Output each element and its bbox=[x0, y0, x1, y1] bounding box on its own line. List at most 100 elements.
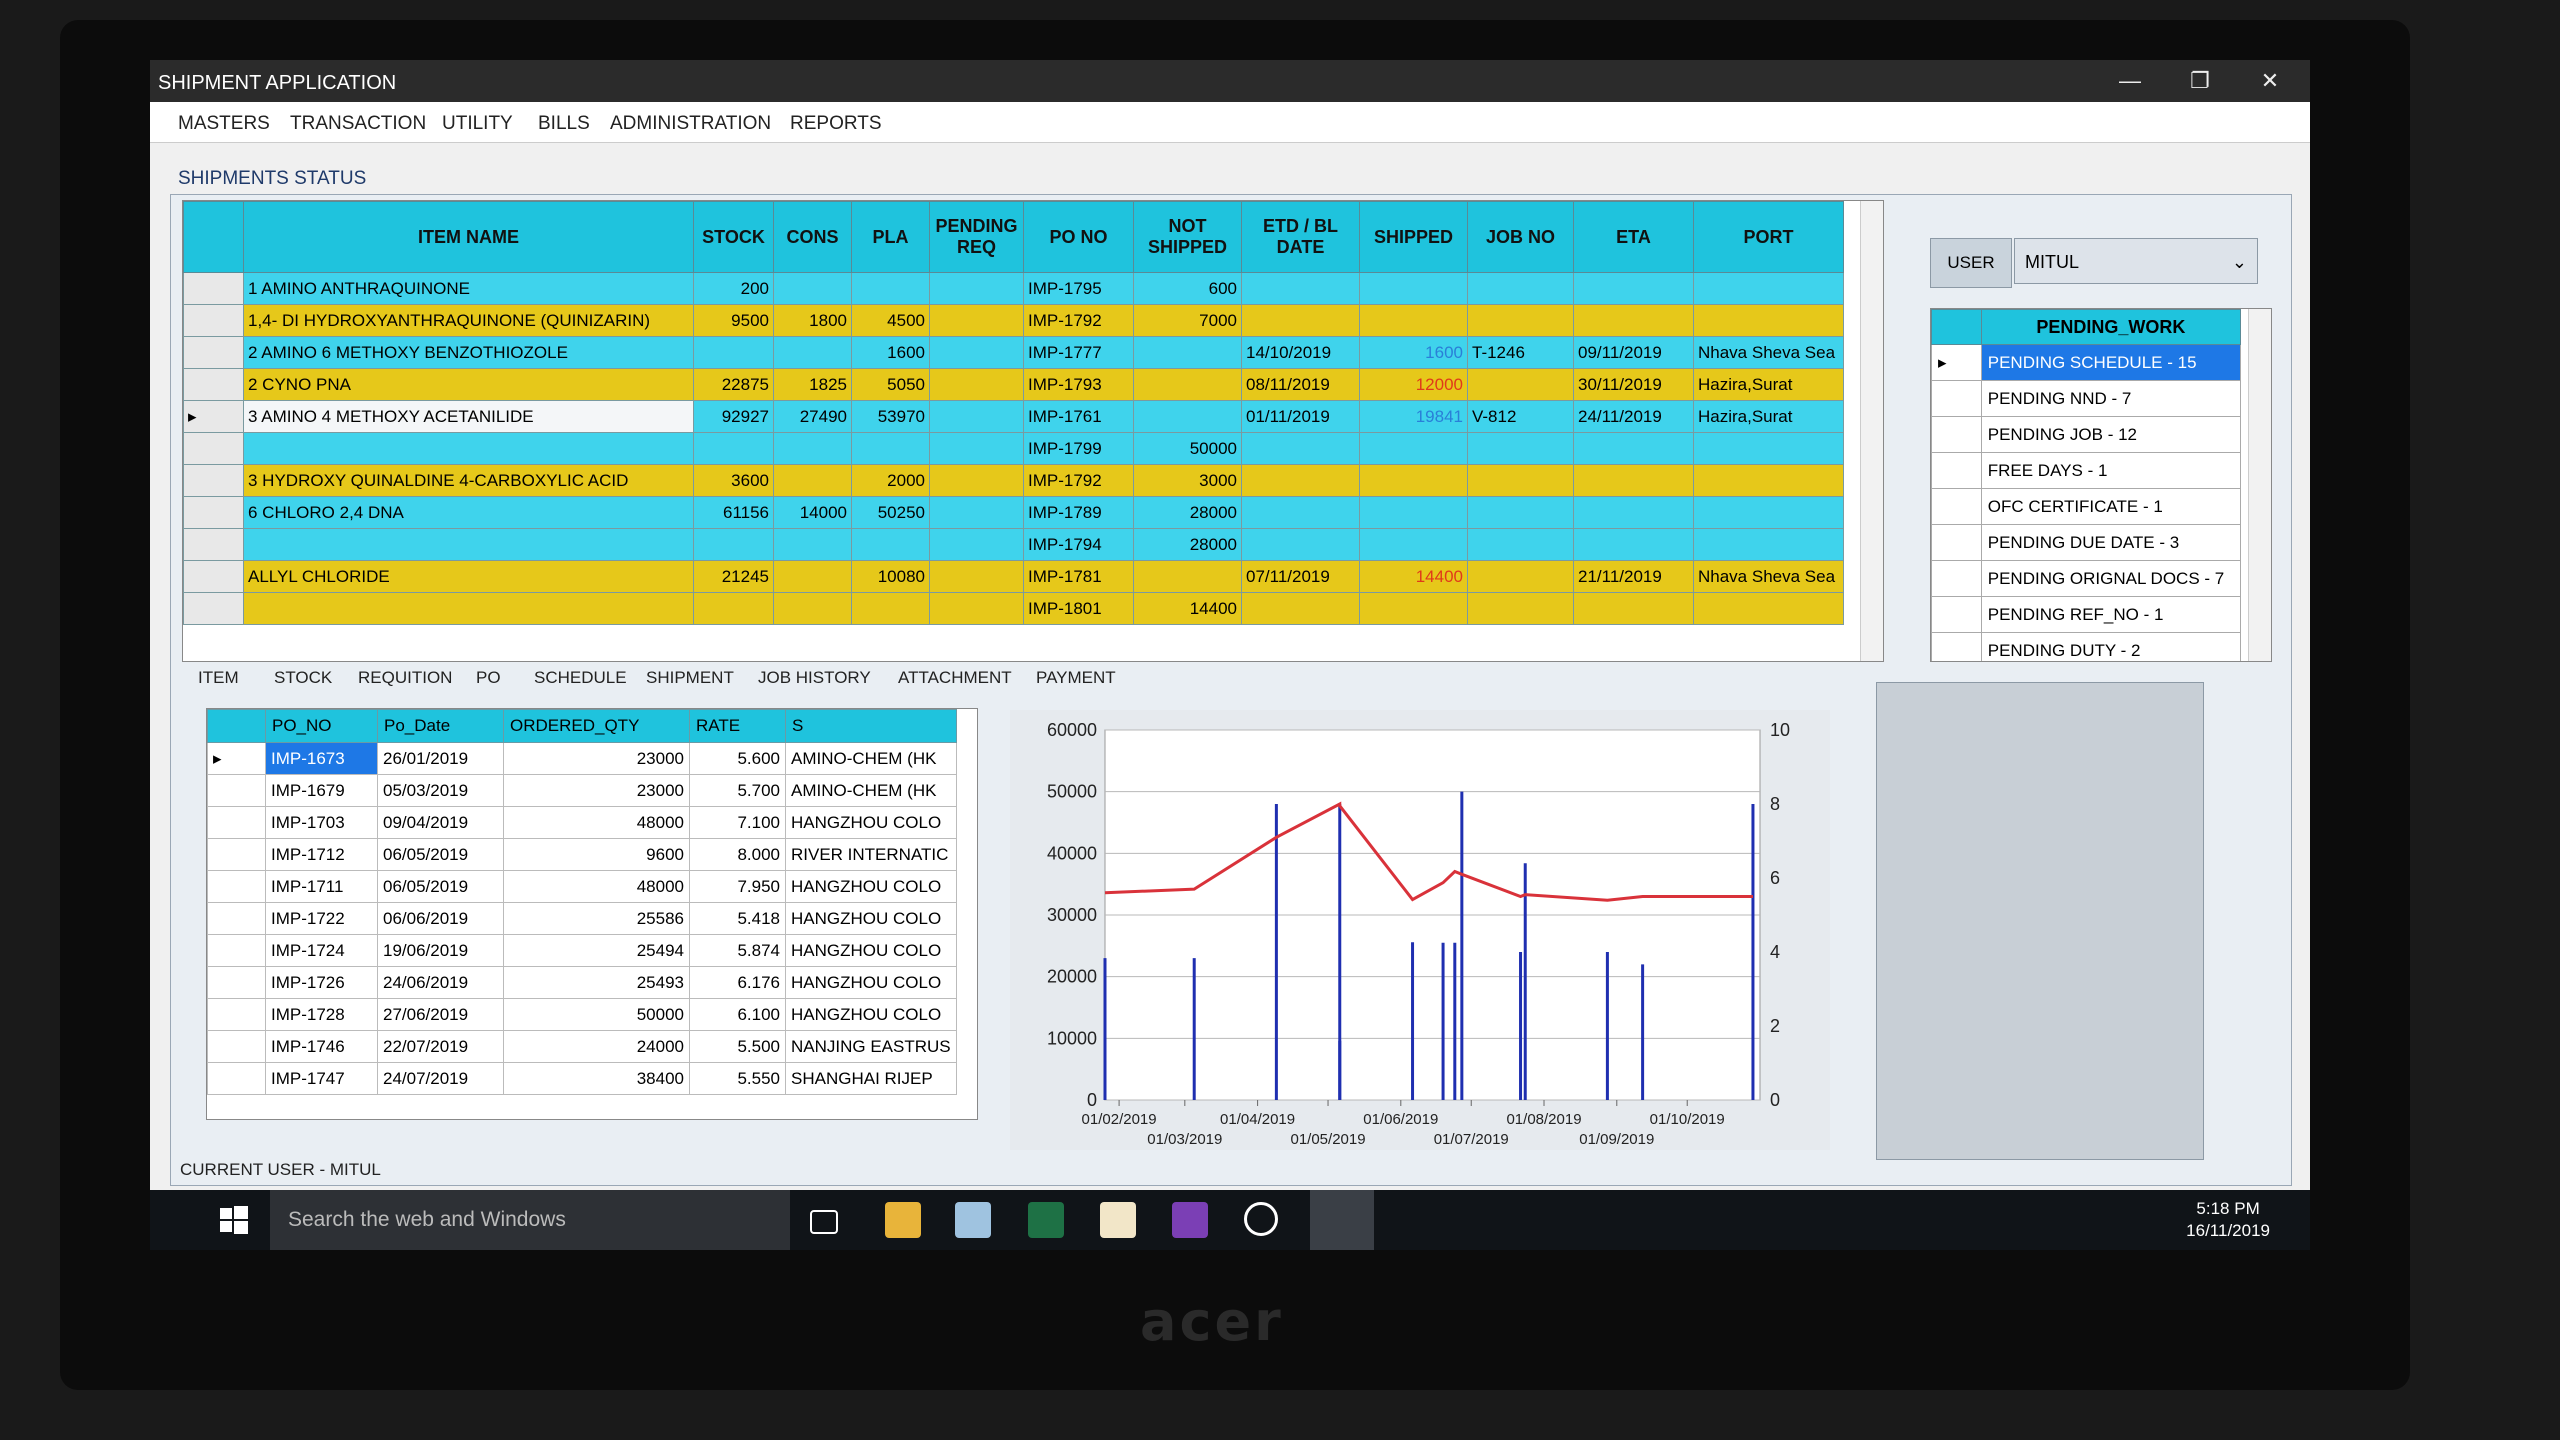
tab-shipment[interactable]: SHIPMENT bbox=[646, 668, 734, 688]
tab-stock[interactable]: STOCK bbox=[274, 668, 332, 688]
po-row-selector[interactable] bbox=[207, 934, 266, 967]
cell-rate[interactable]: 8.000 bbox=[689, 838, 786, 871]
windows-start-icon[interactable] bbox=[220, 1206, 248, 1234]
visual-studio-icon[interactable] bbox=[1172, 1202, 1208, 1238]
cell-stock[interactable]: 21245 bbox=[693, 560, 774, 593]
cell-not-shipped[interactable]: 7000 bbox=[1133, 304, 1242, 337]
cell-not-shipped[interactable] bbox=[1133, 368, 1242, 401]
pending-work-item[interactable]: PENDING JOB - 12 bbox=[1931, 416, 2242, 453]
col-port[interactable]: PORT bbox=[1693, 201, 1844, 273]
cell-pending-req[interactable] bbox=[929, 560, 1024, 593]
cell-job-no[interactable] bbox=[1467, 528, 1574, 561]
cell-po-number[interactable]: IMP-1726 bbox=[265, 966, 378, 999]
cell-etd[interactable] bbox=[1241, 272, 1360, 305]
row-selector[interactable] bbox=[183, 560, 244, 593]
cell-not-shipped[interactable]: 28000 bbox=[1133, 528, 1242, 561]
cell-pla[interactable]: 53970 bbox=[851, 400, 930, 433]
cell-job-no[interactable]: V-812 bbox=[1467, 400, 1574, 433]
row-selector[interactable] bbox=[183, 496, 244, 529]
row-selector[interactable] bbox=[183, 432, 244, 465]
cell-po-number[interactable]: IMP-1746 bbox=[265, 1030, 378, 1063]
col-shipped[interactable]: SHIPPED bbox=[1359, 201, 1468, 273]
cell-stock[interactable]: 200 bbox=[693, 272, 774, 305]
cell-eta[interactable] bbox=[1573, 272, 1694, 305]
po-grid[interactable]: PO_NO Po_Date ORDERED_QTY RATE S ▸ IMP-16… bbox=[206, 708, 978, 1120]
cell-ordered-qty[interactable]: 38400 bbox=[503, 1062, 690, 1095]
cell-eta[interactable]: 09/11/2019 bbox=[1573, 336, 1694, 369]
po-row-selector[interactable] bbox=[207, 774, 266, 807]
cell-supplier[interactable]: RIVER INTERNATIC bbox=[785, 838, 957, 871]
cell-ordered-qty[interactable]: 25493 bbox=[503, 966, 690, 999]
cell-ordered-qty[interactable]: 23000 bbox=[503, 742, 690, 775]
folder-icon[interactable] bbox=[1100, 1202, 1136, 1238]
grid-row[interactable]: 2 CYNO PNA 22875 1825 5050 IMP-1793 08/11/201… bbox=[183, 368, 1844, 401]
po-row[interactable]: IMP-1679 05/03/2019 23000 5.700 AMINO-CHEM (… bbox=[207, 774, 957, 807]
cell-eta[interactable] bbox=[1573, 592, 1694, 625]
cell-rate[interactable]: 5.700 bbox=[689, 774, 786, 807]
cell-cons[interactable] bbox=[773, 272, 852, 305]
cell-supplier[interactable]: AMINO-CHEM (HK bbox=[785, 774, 957, 807]
grid-row[interactable]: IMP-1799 50000 bbox=[183, 432, 1844, 465]
cell-rate[interactable]: 6.176 bbox=[689, 966, 786, 999]
col-supplier[interactable]: S bbox=[785, 709, 957, 743]
pending-work-item[interactable]: PENDING ORIGNAL DOCS - 7 bbox=[1931, 560, 2242, 597]
cell-shipped[interactable]: 1600 bbox=[1359, 336, 1468, 369]
cell-shipped[interactable] bbox=[1359, 464, 1468, 497]
cell-po-number[interactable]: IMP-1673 bbox=[265, 742, 378, 775]
cell-etd[interactable] bbox=[1241, 496, 1360, 529]
cell-job-no[interactable]: T-1246 bbox=[1467, 336, 1574, 369]
cell-pending-req[interactable] bbox=[929, 336, 1024, 369]
cell-po-date[interactable]: 19/06/2019 bbox=[377, 934, 504, 967]
col-ordered-qty[interactable]: ORDERED_QTY bbox=[503, 709, 690, 743]
pending-row-selector[interactable] bbox=[1931, 380, 1982, 417]
grid-row[interactable]: ▸ 3 AMINO 4 METHOXY ACETANILIDE 92927 27490… bbox=[183, 400, 1844, 433]
cell-eta[interactable] bbox=[1573, 464, 1694, 497]
cell-stock[interactable]: 22875 bbox=[693, 368, 774, 401]
cell-pending-req[interactable] bbox=[929, 528, 1024, 561]
tab-attachment[interactable]: ATTACHMENT bbox=[898, 668, 1012, 688]
cell-shipped[interactable]: 14400 bbox=[1359, 560, 1468, 593]
col-cons[interactable]: CONS bbox=[773, 201, 852, 273]
cell-not-shipped[interactable]: 50000 bbox=[1133, 432, 1242, 465]
cell-rate[interactable]: 7.950 bbox=[689, 870, 786, 903]
cell-port[interactable]: Nhava Sheva Sea bbox=[1693, 560, 1844, 593]
po-row[interactable]: ▸ IMP-1673 26/01/2019 23000 5.600 AMINO-CHEM … bbox=[207, 742, 957, 775]
cell-supplier[interactable]: AMINO-CHEM (HK bbox=[785, 742, 957, 775]
pending-work-item[interactable]: PENDING DUE DATE - 3 bbox=[1931, 524, 2242, 561]
col-stock[interactable]: STOCK bbox=[693, 201, 774, 273]
po-row[interactable]: IMP-1728 27/06/2019 50000 6.100 HANGZHOU COL… bbox=[207, 998, 957, 1031]
cell-supplier[interactable]: HANGZHOU COLO bbox=[785, 966, 957, 999]
cell-rate[interactable]: 7.100 bbox=[689, 806, 786, 839]
cell-eta[interactable] bbox=[1573, 496, 1694, 529]
col-item-name[interactable]: ITEM NAME bbox=[243, 201, 694, 273]
pending-row-selector[interactable] bbox=[1931, 488, 1982, 525]
grid-row[interactable]: IMP-1794 28000 bbox=[183, 528, 1844, 561]
cell-item-name[interactable]: 2 CYNO PNA bbox=[243, 368, 694, 401]
cell-ordered-qty[interactable]: 23000 bbox=[503, 774, 690, 807]
cell-job-no[interactable] bbox=[1467, 368, 1574, 401]
cell-rate[interactable]: 5.550 bbox=[689, 1062, 786, 1095]
cell-po-no[interactable]: IMP-1793 bbox=[1023, 368, 1134, 401]
col-pending-req[interactable]: PENDING REQ bbox=[929, 201, 1024, 273]
cell-pla[interactable]: 5050 bbox=[851, 368, 930, 401]
cell-stock[interactable] bbox=[693, 336, 774, 369]
cell-pending-req[interactable] bbox=[929, 432, 1024, 465]
cell-stock[interactable]: 9500 bbox=[693, 304, 774, 337]
grid-vertical-scrollbar[interactable] bbox=[1860, 201, 1883, 661]
cell-pla[interactable] bbox=[851, 432, 930, 465]
cell-item-name[interactable]: 6 CHLORO 2,4 DNA bbox=[243, 496, 694, 529]
grid-row[interactable]: 3 HYDROXY QUINALDINE 4-CARBOXYLIC ACID 36… bbox=[183, 464, 1844, 497]
cell-not-shipped[interactable]: 600 bbox=[1133, 272, 1242, 305]
cell-rate[interactable]: 6.100 bbox=[689, 998, 786, 1031]
cell-etd[interactable]: 14/10/2019 bbox=[1241, 336, 1360, 369]
cell-pla[interactable]: 4500 bbox=[851, 304, 930, 337]
cell-item-name[interactable]: 1 AMINO ANTHRAQUINONE bbox=[243, 272, 694, 305]
po-row-selector[interactable] bbox=[207, 806, 266, 839]
cell-item-name[interactable]: 3 AMINO 4 METHOXY ACETANILIDE bbox=[243, 400, 694, 433]
cell-shipped[interactable] bbox=[1359, 432, 1468, 465]
po-row[interactable]: IMP-1747 24/07/2019 38400 5.550 SHANGHAI RIJ… bbox=[207, 1062, 957, 1095]
cell-item-name[interactable]: 1,4- DI HYDROXYANTHRAQUINONE (QUINIZARIN… bbox=[243, 304, 694, 337]
alarm-clock-icon[interactable] bbox=[1244, 1202, 1278, 1236]
cell-shipped[interactable] bbox=[1359, 304, 1468, 337]
cell-pla[interactable]: 50250 bbox=[851, 496, 930, 529]
